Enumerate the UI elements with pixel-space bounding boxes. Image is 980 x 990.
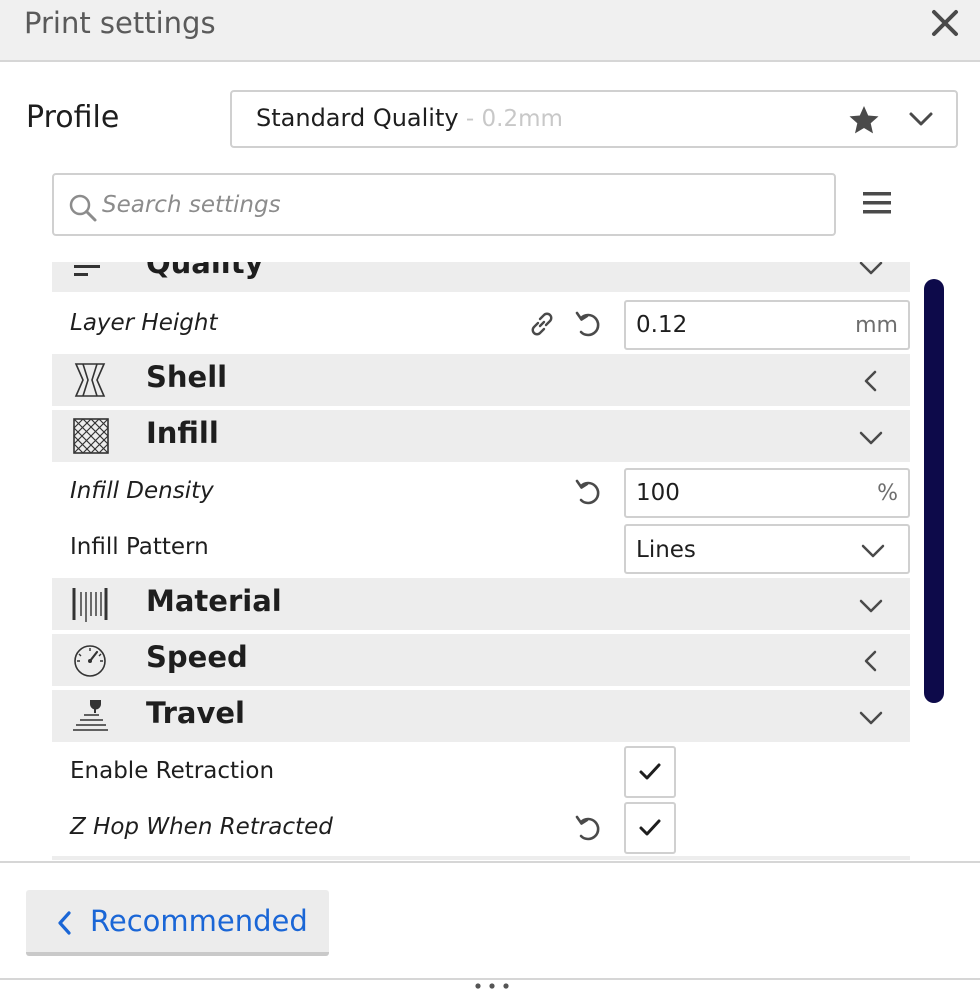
- chevron-left-icon: [58, 911, 71, 935]
- setting-enable-retraction: Enable Retraction: [52, 744, 910, 800]
- infill-pattern-dropdown[interactable]: Lines: [624, 524, 910, 574]
- bottom-divider: [0, 978, 980, 980]
- profile-layer-height: - 0.2mm: [458, 106, 563, 132]
- category-label: Travel: [146, 696, 245, 730]
- category-label: Quality: [146, 262, 264, 280]
- reset-icon[interactable]: [574, 814, 604, 842]
- chevron-down-icon: [859, 711, 883, 725]
- close-icon[interactable]: [928, 6, 962, 40]
- setting-z-hop: Z Hop When Retracted: [52, 800, 910, 856]
- category-label: Material: [146, 584, 282, 618]
- category-infill[interactable]: Infill: [52, 410, 910, 462]
- category-label: Speed: [146, 640, 248, 674]
- infill-icon: [73, 418, 109, 454]
- setting-label: Enable Retraction: [70, 758, 275, 784]
- chevron-down-icon: [861, 544, 885, 558]
- setting-label: Z Hop When Retracted: [70, 814, 333, 840]
- chevron-down-icon: [909, 112, 933, 126]
- layer-height-input[interactable]: [636, 310, 836, 340]
- settings-list: Quality Layer Height mm Shell: [52, 262, 910, 860]
- setting-label: Layer Height: [70, 310, 218, 336]
- setting-label: Infill Pattern: [70, 534, 209, 560]
- category-label: Shell: [146, 360, 228, 394]
- unit-label: %: [877, 481, 898, 506]
- star-icon[interactable]: [848, 105, 880, 135]
- menu-icon[interactable]: [862, 190, 892, 216]
- check-icon: [639, 763, 661, 780]
- category-material[interactable]: Material: [52, 578, 910, 630]
- z-hop-checkbox[interactable]: [624, 802, 676, 854]
- chevron-down-icon: [859, 599, 883, 613]
- setting-label: Infill Density: [70, 478, 214, 504]
- category-speed[interactable]: Speed: [52, 634, 910, 686]
- setting-infill-density: Infill Density %: [52, 464, 910, 520]
- chevron-left-icon: [864, 650, 877, 672]
- search-icon: [69, 194, 97, 222]
- shell-icon: [74, 363, 106, 397]
- reset-icon[interactable]: [574, 310, 604, 338]
- quality-icon: [74, 265, 100, 276]
- footer-divider: [0, 861, 980, 863]
- profile-label: Profile: [26, 100, 120, 135]
- link-icon[interactable]: [528, 310, 556, 338]
- reset-icon[interactable]: [574, 478, 604, 506]
- category-quality[interactable]: Quality: [52, 262, 910, 292]
- speed-icon: [74, 645, 106, 677]
- travel-icon: [73, 700, 108, 731]
- infill-density-input[interactable]: [636, 478, 836, 508]
- profile-select[interactable]: Standard Quality - 0.2mm: [230, 90, 958, 148]
- infill-density-field[interactable]: %: [624, 468, 910, 518]
- enable-retraction-checkbox[interactable]: [624, 746, 676, 798]
- title-bar: Print settings: [0, 0, 980, 62]
- chevron-down-icon: [859, 262, 883, 275]
- setting-infill-pattern: Infill Pattern Lines: [52, 520, 910, 576]
- material-icon: [72, 588, 108, 622]
- resize-grip-icon[interactable]: [472, 982, 512, 990]
- check-icon: [639, 819, 661, 836]
- recommended-label: Recommended: [90, 904, 308, 938]
- profile-name: Standard Quality: [256, 104, 459, 132]
- recommended-button[interactable]: Recommended: [26, 890, 329, 956]
- dropdown-value: Lines: [636, 537, 696, 563]
- search-box: [52, 173, 836, 236]
- category-shell[interactable]: Shell: [52, 354, 910, 406]
- category-label: Infill: [146, 416, 219, 450]
- search-input[interactable]: [102, 187, 812, 223]
- category-travel[interactable]: Travel: [52, 690, 910, 742]
- category-next: [52, 856, 910, 860]
- window-title: Print settings: [24, 6, 216, 40]
- chevron-down-icon: [859, 431, 883, 445]
- setting-layer-height: Layer Height mm: [52, 296, 910, 352]
- scrollbar-thumb[interactable]: [924, 279, 944, 703]
- chevron-left-icon: [864, 370, 877, 392]
- layer-height-field[interactable]: mm: [624, 300, 910, 350]
- unit-label: mm: [855, 313, 898, 338]
